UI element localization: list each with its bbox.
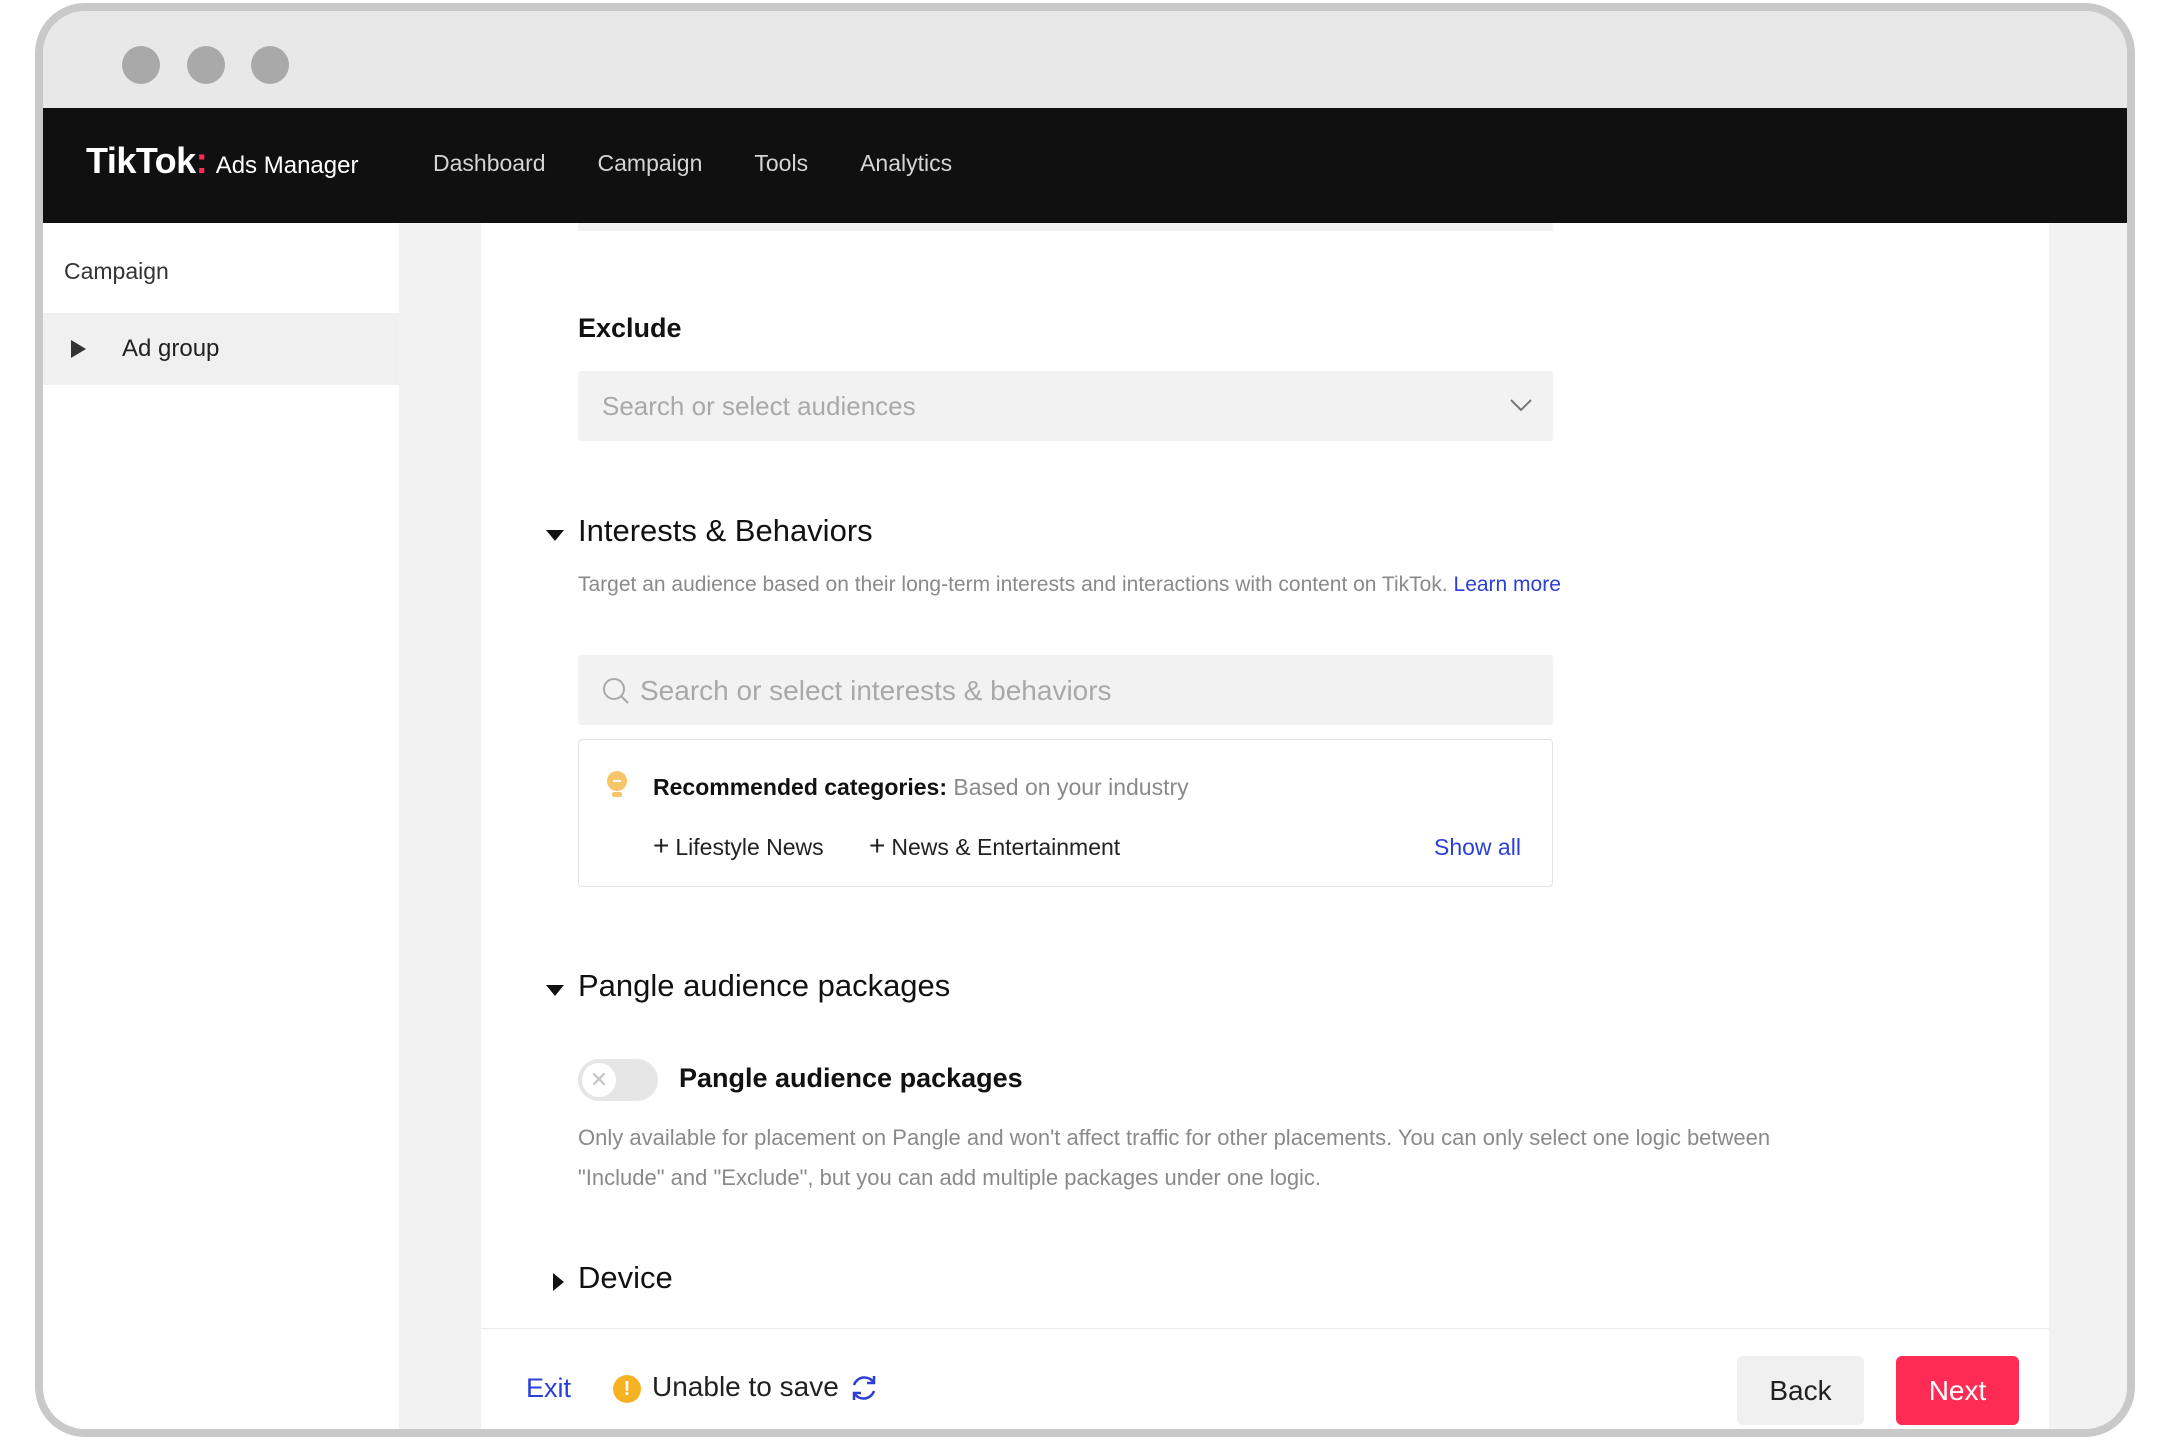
learn-more-link[interactable]: Learn more bbox=[1454, 573, 1561, 596]
form-footer: Exit ! Unable to save Back Next bbox=[481, 1328, 2049, 1429]
show-all-link[interactable]: Show all bbox=[1434, 834, 1521, 861]
exclude-audience-select[interactable]: Search or select audiences bbox=[578, 371, 1553, 441]
left-sidebar: Campaign Ad group bbox=[43, 223, 399, 1429]
logo-subtitle: Ads Manager bbox=[215, 152, 359, 179]
interests-search-input[interactable]: Search or select interests & behaviors bbox=[578, 655, 1553, 725]
nav-campaign[interactable]: Campaign bbox=[598, 150, 703, 177]
nav-dashboard[interactable]: Dashboard bbox=[433, 150, 546, 177]
window-control-close[interactable] bbox=[122, 46, 160, 84]
previous-field-bottom bbox=[578, 223, 1553, 231]
interests-search-placeholder: Search or select interests & behaviors bbox=[640, 675, 1112, 706]
next-button[interactable]: Next bbox=[1896, 1356, 2019, 1425]
top-navigation-bar: TikTok : Ads Manager Dashboard Campaign … bbox=[43, 108, 2127, 223]
recommended-label: Recommended categories: bbox=[653, 774, 947, 800]
recommended-categories-box: Recommended categories: Based on your in… bbox=[578, 739, 1553, 887]
close-icon: ✕ bbox=[582, 1063, 616, 1097]
pangle-toggle[interactable]: ✕ bbox=[578, 1059, 658, 1101]
plus-icon: + bbox=[869, 830, 886, 861]
logo-wordmark: TikTok bbox=[86, 140, 196, 181]
sidebar-item-ad-group[interactable]: Ad group bbox=[43, 313, 399, 385]
category-chip-news-entertainment[interactable]: + News & Entertainment bbox=[869, 830, 1120, 862]
save-status-text: Unable to save bbox=[652, 1371, 839, 1402]
plus-icon: + bbox=[653, 830, 670, 861]
tiktok-ads-manager-logo[interactable]: TikTok : Ads Manager bbox=[86, 140, 358, 182]
pangle-description: Only available for placement on Pangle a… bbox=[578, 1118, 1998, 1198]
sidebar-item-campaign[interactable]: Campaign bbox=[64, 258, 169, 285]
ad-group-form-panel: Exclude Search or select audiences Inter… bbox=[481, 223, 2049, 1328]
refresh-icon[interactable] bbox=[849, 1373, 879, 1403]
main-nav: Dashboard Campaign Tools Analytics bbox=[433, 150, 952, 177]
pangle-description-line1: Only available for placement on Pangle a… bbox=[578, 1125, 1771, 1150]
back-button[interactable]: Back bbox=[1737, 1356, 1864, 1425]
recommended-categories-heading: Recommended categories: Based on your in… bbox=[653, 774, 1189, 801]
nav-analytics[interactable]: Analytics bbox=[860, 150, 952, 177]
pangle-toggle-label: Pangle audience packages bbox=[679, 1063, 1023, 1093]
exclude-label: Exclude bbox=[578, 313, 682, 343]
collapse-triangle-icon[interactable] bbox=[546, 985, 564, 996]
chevron-down-icon bbox=[1510, 399, 1532, 412]
exit-link[interactable]: Exit bbox=[526, 1373, 571, 1404]
nav-tools[interactable]: Tools bbox=[754, 150, 808, 177]
logo-colon: : bbox=[195, 140, 208, 181]
window-control-maximize[interactable] bbox=[251, 46, 289, 84]
category-label: Lifestyle News bbox=[675, 834, 824, 860]
interests-behaviors-title[interactable]: Interests & Behaviors bbox=[578, 513, 873, 549]
warning-icon: ! bbox=[613, 1375, 641, 1403]
lightbulb-icon bbox=[607, 771, 627, 797]
recommended-sub: Based on your industry bbox=[953, 774, 1189, 800]
exclude-placeholder: Search or select audiences bbox=[602, 391, 916, 421]
collapse-triangle-icon[interactable] bbox=[546, 530, 564, 541]
category-chip-lifestyle-news[interactable]: + Lifestyle News bbox=[653, 830, 824, 862]
device-section-title[interactable]: Device bbox=[578, 1260, 673, 1296]
pangle-description-line2: "Include" and "Exclude", but you can add… bbox=[578, 1165, 1322, 1190]
sidebar-item-label: Ad group bbox=[122, 335, 220, 362]
browser-window: TikTok : Ads Manager Dashboard Campaign … bbox=[35, 3, 2135, 1437]
window-titlebar bbox=[43, 11, 2127, 108]
category-label: News & Entertainment bbox=[891, 834, 1121, 860]
search-icon bbox=[603, 678, 629, 704]
interests-description-text: Target an audience based on their long-t… bbox=[578, 573, 1448, 596]
caret-right-icon bbox=[71, 340, 86, 358]
interests-description: Target an audience based on their long-t… bbox=[578, 573, 1561, 597]
expand-triangle-icon[interactable] bbox=[553, 1273, 564, 1291]
pangle-section-title[interactable]: Pangle audience packages bbox=[578, 968, 950, 1004]
window-control-minimize[interactable] bbox=[187, 46, 225, 84]
